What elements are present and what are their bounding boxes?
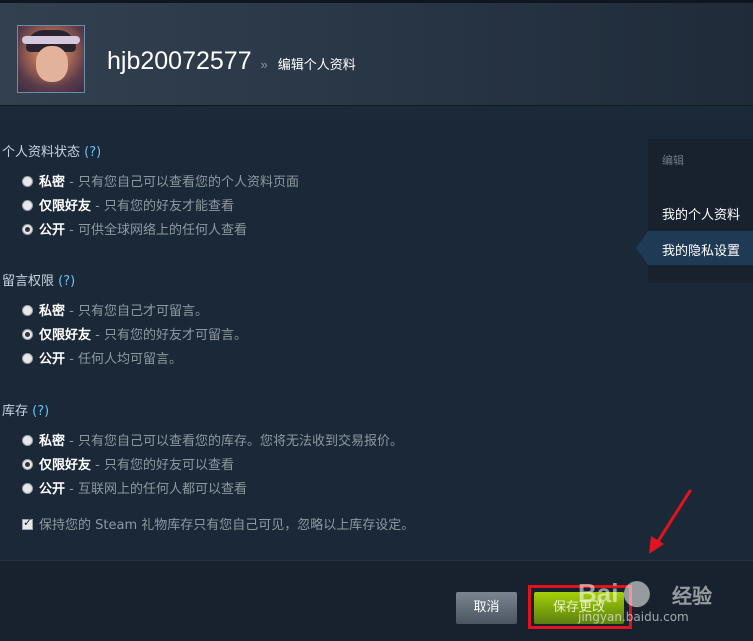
- comment-permission-heading: 留言权限 (?): [2, 270, 75, 289]
- option-name: 公开: [39, 482, 66, 497]
- option-description: - 只有您自己可以查看您的库存。您将无法收到交易报价。: [65, 434, 403, 449]
- radio-button[interactable]: [22, 483, 33, 494]
- comment-option-friends[interactable]: 仅限好友 - 只有您的好友才可留言。: [22, 324, 247, 343]
- option-name: 公开: [39, 352, 66, 367]
- radio-button-selected[interactable]: [22, 224, 33, 235]
- radio-button-selected[interactable]: [22, 329, 33, 340]
- avatar-scarf: [22, 36, 80, 44]
- watermark-brand: Bai: [578, 578, 619, 608]
- radio-button-selected[interactable]: [22, 459, 33, 470]
- option-description: - 只有您的好友可以查看: [91, 458, 234, 473]
- inventory-option-public[interactable]: 公开 - 互联网上的任何人都可以查看: [22, 478, 247, 497]
- comment-option-private[interactable]: 私密 - 只有您自己才可留言。: [22, 300, 208, 319]
- profile-option-public[interactable]: 公开 - 可供全球网络上的任何人查看: [22, 219, 247, 238]
- inventory-heading: 库存 (?): [2, 400, 49, 419]
- inventory-option-private[interactable]: 私密 - 只有您自己可以查看您的库存。您将无法收到交易报价。: [22, 430, 403, 449]
- comment-permission-title: 留言权限: [2, 274, 55, 289]
- profile-status-heading: 个人资料状态 (?): [2, 141, 101, 160]
- option-name: 私密: [39, 434, 66, 449]
- option-name: 私密: [39, 175, 66, 190]
- profile-status-title: 个人资料状态: [2, 145, 81, 160]
- breadcrumb: 编辑个人资料: [277, 57, 356, 72]
- option-name: 私密: [39, 304, 66, 319]
- option-name: 仅限好友: [39, 328, 92, 343]
- edit-side-menu: 编辑 我的个人资料 我的隐私设置: [648, 139, 753, 283]
- comment-permission-help-link[interactable]: (?): [58, 274, 75, 289]
- side-menu-item-profile[interactable]: 我的个人资料: [662, 204, 740, 223]
- profile-option-private[interactable]: 私密 - 只有您自己可以查看您的个人资料页面: [22, 171, 299, 190]
- avatar-face: [36, 46, 68, 82]
- gift-inventory-checkbox-label: 保持您的 Steam 礼物库存只有您自己可见，忽略以上库存设定。: [39, 518, 415, 533]
- option-name: 仅限好友: [39, 458, 92, 473]
- radio-button[interactable]: [22, 176, 33, 187]
- watermark-product: 经验: [672, 584, 712, 608]
- option-description: - 只有您自己才可留言。: [65, 304, 208, 319]
- watermark-url: jingyan.baidu.com: [578, 610, 689, 624]
- profile-option-friends[interactable]: 仅限好友 - 只有您的好友才能查看: [22, 195, 234, 214]
- profile-header: hjb20072577 » 编辑个人资料: [0, 0, 753, 106]
- profile-status-help-link[interactable]: (?): [84, 145, 101, 160]
- gift-inventory-private-option[interactable]: 保持您的 Steam 礼物库存只有您自己可见，忽略以上库存设定。: [22, 514, 414, 533]
- avatar[interactable]: [17, 25, 85, 93]
- page-title: hjb20072577 » 编辑个人资料: [107, 47, 356, 76]
- inventory-title: 库存: [2, 404, 29, 419]
- option-description: - 任何人均可留言。: [65, 352, 182, 367]
- option-description: - 互联网上的任何人都可以查看: [65, 482, 247, 497]
- side-menu-item-privacy[interactable]: 我的隐私设置: [662, 240, 740, 259]
- paw-icon: ●: [622, 572, 652, 612]
- radio-button[interactable]: [22, 353, 33, 364]
- inventory-option-friends[interactable]: 仅限好友 - 只有您的好友可以查看: [22, 454, 234, 473]
- side-menu-title: 编辑: [662, 154, 684, 167]
- radio-button[interactable]: [22, 305, 33, 316]
- cancel-button[interactable]: 取消: [456, 592, 517, 624]
- inventory-help-link[interactable]: (?): [32, 404, 49, 419]
- comment-option-public[interactable]: 公开 - 任何人均可留言。: [22, 348, 182, 367]
- baidu-jingyan-watermark: Bai ● 经验 jingyan.baidu.com: [578, 572, 753, 641]
- persona-name[interactable]: hjb20072577: [107, 47, 252, 75]
- privacy-settings-page: hjb20072577 » 编辑个人资料 个人资料状态 (?) 私密 - 只有您…: [0, 0, 753, 641]
- option-description: - 只有您自己可以查看您的个人资料页面: [65, 175, 299, 190]
- option-name: 仅限好友: [39, 199, 92, 214]
- gift-inventory-checkbox[interactable]: [22, 516, 33, 530]
- radio-button[interactable]: [22, 200, 33, 211]
- radio-button[interactable]: [22, 435, 33, 446]
- breadcrumb-separator: »: [260, 57, 268, 72]
- option-description: - 可供全球网络上的任何人查看: [65, 223, 247, 238]
- option-name: 公开: [39, 223, 66, 238]
- red-arrow-icon: [649, 489, 692, 554]
- active-item-arrow: [636, 231, 648, 265]
- option-description: - 只有您的好友才可留言。: [91, 328, 247, 343]
- option-description: - 只有您的好友才能查看: [91, 199, 234, 214]
